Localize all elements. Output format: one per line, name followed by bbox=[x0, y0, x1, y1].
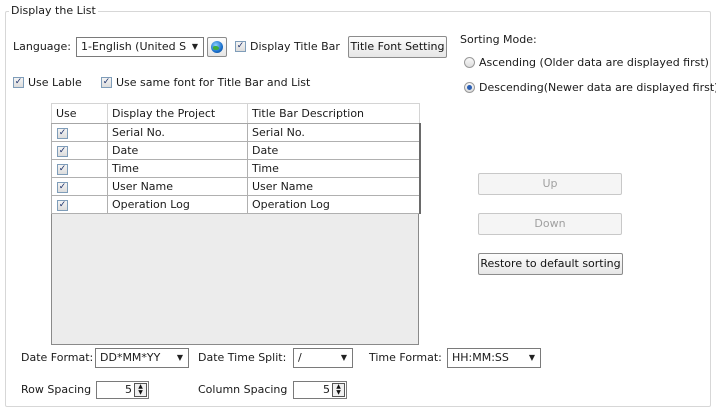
description-cell[interactable]: Operation Log bbox=[247, 195, 421, 214]
descending-radio[interactable] bbox=[464, 82, 475, 93]
column-spacing-label: Column Spacing bbox=[198, 383, 288, 396]
chevron-down-icon: ▼ bbox=[340, 353, 347, 362]
time-format-select[interactable]: HH:MM:SS ▼ bbox=[447, 348, 541, 368]
use-checkbox[interactable]: ✓ bbox=[57, 182, 68, 193]
row-spacing-spinner[interactable]: 5 ▲ ▼ bbox=[96, 381, 149, 399]
use-cell[interactable]: ✓ bbox=[51, 177, 108, 196]
down-button[interactable]: Down bbox=[478, 213, 622, 235]
use-cell[interactable]: ✓ bbox=[51, 195, 108, 214]
time-format-value: HH:MM:SS bbox=[452, 351, 509, 364]
use-checkbox[interactable]: ✓ bbox=[57, 146, 68, 157]
column-header-use: Use bbox=[51, 103, 108, 124]
globe-icon bbox=[211, 41, 223, 53]
spinner-arrows-icon[interactable]: ▲ ▼ bbox=[134, 383, 147, 397]
table-row[interactable]: ✓ Serial No. Serial No. bbox=[51, 123, 421, 142]
language-select[interactable]: 1-English (United S ▼ bbox=[76, 37, 204, 57]
sorting-mode-title: Sorting Mode: bbox=[460, 33, 537, 46]
table-row[interactable]: ✓ Time Time bbox=[51, 159, 421, 178]
table-row[interactable]: ✓ Operation Log Operation Log bbox=[51, 195, 421, 214]
date-time-split-value: / bbox=[298, 351, 302, 364]
column-spacing-spinner[interactable]: 5 ▲ ▼ bbox=[293, 381, 347, 399]
up-button[interactable]: Up bbox=[478, 173, 622, 195]
title-font-setting-button[interactable]: Title Font Setting bbox=[348, 36, 447, 58]
ascending-label: Ascending (Older data are displayed firs… bbox=[479, 56, 709, 69]
date-format-select[interactable]: DD*MM*YY ▼ bbox=[95, 348, 189, 368]
date-time-split-select[interactable]: / ▼ bbox=[293, 348, 353, 368]
descending-label: Descending(Newer data are displayed firs… bbox=[479, 81, 716, 94]
display-title-bar-label: Display Title Bar bbox=[250, 40, 340, 53]
use-checkbox[interactable]: ✓ bbox=[57, 164, 68, 175]
restore-default-sorting-button[interactable]: Restore to default sorting bbox=[478, 253, 623, 275]
column-header-project: Display the Project bbox=[107, 103, 248, 124]
use-cell[interactable]: ✓ bbox=[51, 123, 108, 142]
project-cell: User Name bbox=[107, 177, 248, 196]
language-value: 1-English (United S bbox=[81, 40, 187, 53]
description-cell[interactable]: Time bbox=[247, 159, 421, 178]
chevron-down-icon: ▼ bbox=[528, 353, 535, 362]
project-cell: Date bbox=[107, 141, 248, 160]
row-spacing-label: Row Spacing bbox=[21, 383, 92, 396]
date-format-label: Date Format: bbox=[21, 351, 94, 364]
description-cell[interactable]: Date bbox=[247, 141, 421, 160]
same-font-label: Use same font for Title Bar and List bbox=[116, 76, 311, 89]
time-format-label: Time Format: bbox=[369, 351, 442, 364]
use-checkbox[interactable]: ✓ bbox=[57, 128, 68, 139]
date-time-split-label: Date Time Split: bbox=[198, 351, 287, 364]
chevron-down-icon: ▼ bbox=[191, 42, 198, 51]
spinner-arrows-icon[interactable]: ▲ ▼ bbox=[332, 383, 345, 397]
table-row[interactable]: ✓ Date Date bbox=[51, 141, 421, 160]
project-cell: Serial No. bbox=[107, 123, 248, 142]
row-spacing-value: 5 bbox=[125, 383, 132, 396]
table-row[interactable]: ✓ User Name User Name bbox=[51, 177, 421, 196]
use-cell[interactable]: ✓ bbox=[51, 159, 108, 178]
date-format-value: DD*MM*YY bbox=[100, 351, 161, 364]
ascending-radio[interactable] bbox=[464, 57, 475, 68]
description-cell[interactable]: Serial No. bbox=[247, 123, 421, 142]
column-header-description: Title Bar Description bbox=[247, 103, 420, 124]
language-settings-button[interactable] bbox=[207, 37, 227, 57]
use-lable-checkbox[interactable]: ✓ bbox=[13, 77, 24, 88]
same-font-checkbox[interactable]: ✓ bbox=[101, 77, 112, 88]
project-cell: Operation Log bbox=[107, 195, 248, 214]
group-title: Display the List bbox=[9, 4, 98, 18]
language-label: Language: bbox=[13, 40, 71, 53]
description-cell[interactable]: User Name bbox=[247, 177, 421, 196]
display-title-bar-checkbox[interactable]: ✓ bbox=[235, 41, 246, 52]
column-spacing-value: 5 bbox=[323, 383, 330, 396]
use-lable-label: Use Lable bbox=[28, 76, 82, 89]
project-cell: Time bbox=[107, 159, 248, 178]
chevron-down-icon: ▼ bbox=[176, 353, 183, 362]
display-project-table: Use Display the Project Title Bar Descri… bbox=[51, 103, 421, 345]
table-header-row: Use Display the Project Title Bar Descri… bbox=[51, 103, 420, 124]
use-cell[interactable]: ✓ bbox=[51, 141, 108, 160]
use-checkbox[interactable]: ✓ bbox=[57, 200, 68, 211]
